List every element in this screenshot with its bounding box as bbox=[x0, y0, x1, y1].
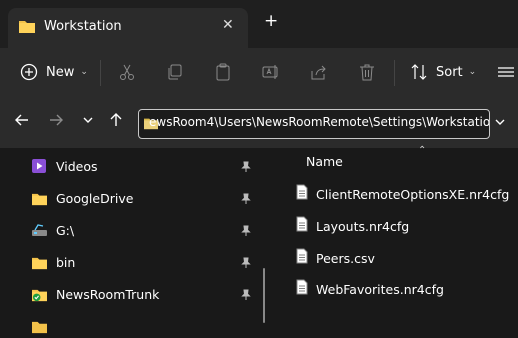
pin-icon[interactable] bbox=[240, 254, 252, 273]
sort-button-label: Sort bbox=[436, 64, 463, 80]
tab-bar: Workstation ✕ + bbox=[0, 0, 518, 48]
new-tab-button[interactable]: + bbox=[264, 11, 278, 31]
toolbar-divider bbox=[394, 60, 395, 86]
view-button[interactable] bbox=[497, 58, 515, 86]
cut-button[interactable] bbox=[118, 58, 136, 86]
sidebar-item-videos[interactable]: Videos bbox=[30, 154, 258, 178]
plus-circle-icon bbox=[20, 63, 38, 81]
folder-icon bbox=[30, 190, 48, 206]
file-icon bbox=[296, 216, 308, 236]
pin-icon[interactable] bbox=[240, 286, 252, 305]
sidebar-item-bin[interactable]: bin bbox=[30, 250, 258, 274]
arrow-right-icon bbox=[50, 114, 63, 126]
tab-title: Workstation bbox=[44, 19, 122, 34]
copy-button[interactable] bbox=[166, 58, 184, 86]
sidebar-item-g-drive[interactable]: G:\ bbox=[30, 218, 258, 242]
view-icon bbox=[497, 63, 515, 81]
file-name: ClientRemoteOptionsXE.nr4cfg bbox=[316, 186, 510, 202]
pin-icon[interactable] bbox=[240, 222, 252, 241]
command-bar: New ⌄ Sort ⌄ bbox=[0, 48, 518, 96]
sidebar-scrollbar[interactable] bbox=[263, 268, 265, 323]
file-row[interactable]: WebFavorites.nr4cfg bbox=[296, 278, 444, 300]
delete-button[interactable] bbox=[358, 58, 376, 86]
folder-icon bbox=[18, 18, 36, 38]
chevron-down-icon bbox=[83, 117, 93, 123]
column-header-name[interactable]: Name bbox=[306, 154, 343, 169]
tab-workstation[interactable]: Workstation ✕ bbox=[8, 8, 248, 48]
sidebar-item-newsroomtrunk[interactable]: NewsRoomTrunk bbox=[30, 282, 258, 306]
folder-icon bbox=[30, 318, 48, 334]
file-name: Layouts.nr4cfg bbox=[316, 218, 410, 234]
file-name: WebFavorites.nr4cfg bbox=[316, 281, 444, 297]
address-path: ewsRoom4\Users\NewsRoomRemote\Settings\W… bbox=[149, 115, 490, 129]
back-button[interactable] bbox=[12, 110, 32, 130]
video-folder-icon bbox=[30, 158, 48, 174]
rename-icon bbox=[262, 63, 280, 81]
folder-icon bbox=[30, 254, 48, 270]
network-drive-icon bbox=[30, 222, 48, 238]
file-icon bbox=[296, 184, 308, 204]
pin-icon[interactable] bbox=[240, 190, 252, 209]
sidebar-item-googledrive[interactable]: GoogleDrive bbox=[30, 186, 258, 210]
arrow-up-icon bbox=[110, 113, 122, 126]
cut-icon bbox=[118, 63, 136, 81]
arrow-left-icon bbox=[15, 114, 28, 126]
address-history-button[interactable] bbox=[494, 116, 506, 131]
up-button[interactable] bbox=[106, 110, 126, 130]
navigation-pane: Videos GoogleDrive G:\ bin NewsRoomTrunk bbox=[0, 148, 270, 333]
file-icon bbox=[296, 248, 308, 268]
sidebar-item-label: G:\ bbox=[56, 222, 75, 238]
sidebar-item-label: Videos bbox=[56, 158, 98, 174]
forward-button[interactable] bbox=[46, 110, 66, 130]
sort-ascending-icon: ⌃ bbox=[418, 145, 427, 156]
share-icon bbox=[310, 63, 328, 81]
sidebar-item-label: NewsRoomTrunk bbox=[56, 286, 160, 302]
file-row[interactable]: Layouts.nr4cfg bbox=[296, 215, 409, 237]
sort-button[interactable]: Sort ⌄ bbox=[410, 58, 476, 86]
chevron-down-icon bbox=[495, 119, 505, 125]
close-tab-icon[interactable]: ✕ bbox=[222, 17, 234, 33]
recent-locations-button[interactable] bbox=[78, 110, 98, 130]
sort-icon bbox=[410, 63, 428, 81]
file-name: Peers.csv bbox=[316, 250, 375, 266]
new-button-label: New bbox=[46, 64, 75, 80]
pin-icon[interactable] bbox=[240, 158, 252, 177]
copy-icon bbox=[166, 63, 184, 81]
sidebar-item-partial[interactable] bbox=[30, 314, 258, 338]
delete-icon bbox=[358, 63, 376, 81]
synced-folder-icon bbox=[30, 286, 48, 302]
rename-button[interactable] bbox=[262, 58, 280, 86]
sidebar-item-label: bin bbox=[56, 254, 76, 270]
paste-icon bbox=[214, 63, 232, 81]
share-button[interactable] bbox=[310, 58, 328, 86]
toolbar-divider bbox=[100, 60, 101, 86]
file-row[interactable]: Peers.csv bbox=[296, 247, 375, 269]
sidebar-item-label: GoogleDrive bbox=[56, 190, 134, 206]
new-button[interactable]: New ⌄ bbox=[20, 58, 88, 86]
paste-button[interactable] bbox=[214, 58, 232, 86]
chevron-down-icon: ⌄ bbox=[468, 67, 477, 77]
chevron-down-icon: ⌄ bbox=[80, 67, 88, 77]
file-icon bbox=[296, 279, 308, 299]
file-row[interactable]: ClientRemoteOptionsXE.nr4cfg bbox=[296, 183, 509, 205]
address-bar[interactable]: ewsRoom4\Users\NewsRoomRemote\Settings\W… bbox=[138, 109, 490, 139]
